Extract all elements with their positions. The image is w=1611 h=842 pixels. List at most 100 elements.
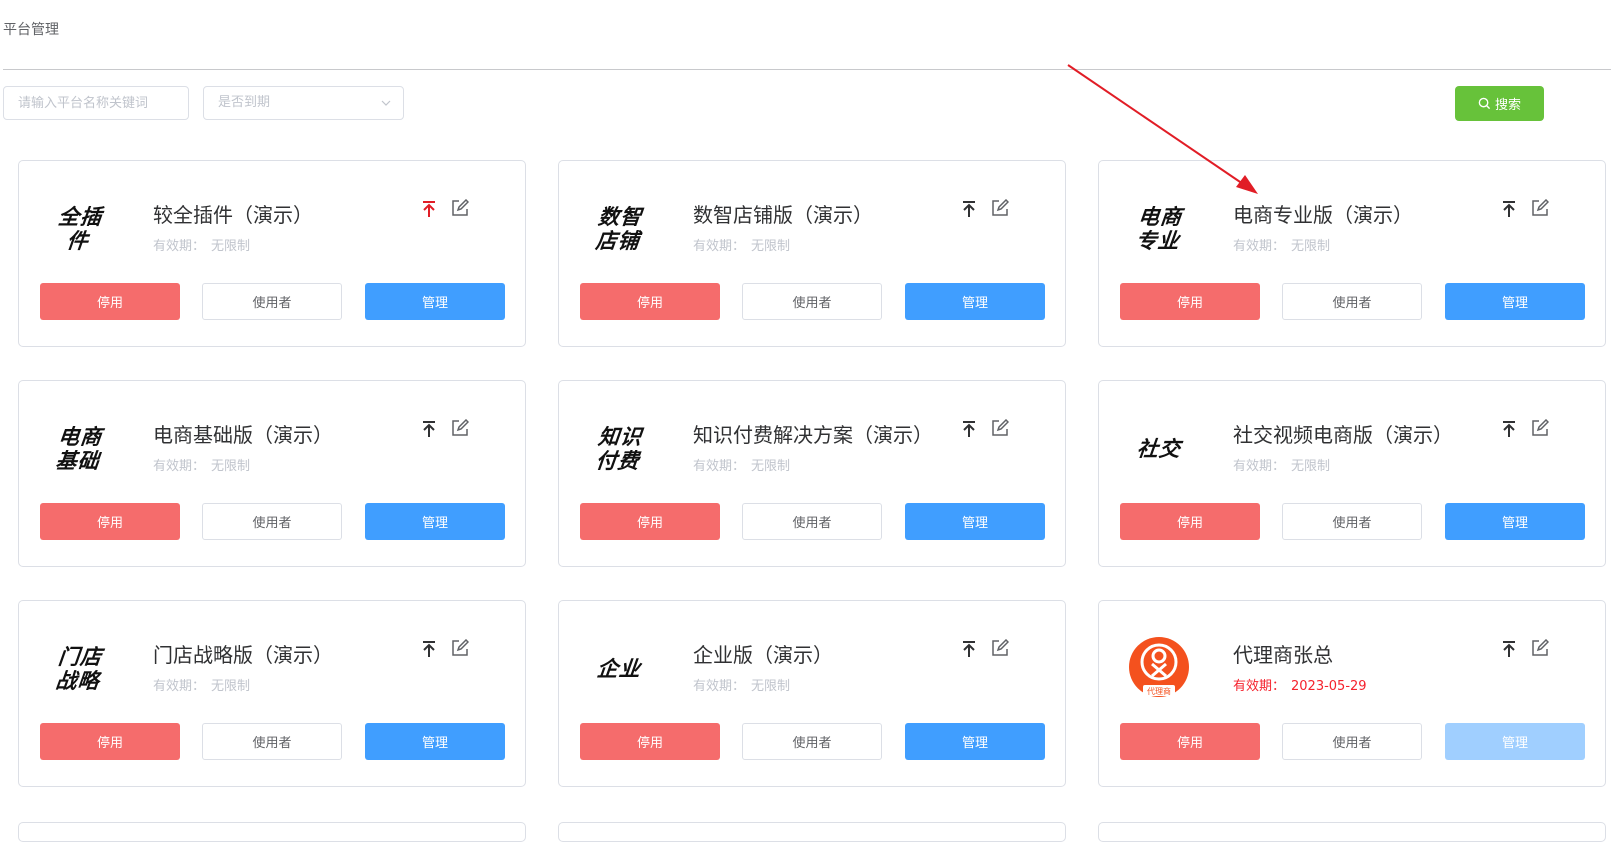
platform-validity: 有效期： 无限制 — [153, 675, 250, 694]
disable-button[interactable]: 停用 — [1120, 723, 1260, 760]
platform-logo: 电商基础 — [43, 413, 115, 485]
platform-keyword-input[interactable] — [3, 86, 189, 120]
search-button-label: 搜索 — [1494, 98, 1521, 113]
users-button[interactable]: 使用者 — [1282, 283, 1422, 320]
platform-validity: 有效期： 2023-05-29 — [1233, 675, 1367, 694]
pin-to-top-icon[interactable] — [959, 199, 979, 219]
platform-card: 数智店铺 数智店铺版（演示） 有效期： 无限制 停用 使用者 管理 — [558, 160, 1066, 347]
manage-button[interactable]: 管理 — [1445, 723, 1585, 760]
platform-name: 电商基础版（演示） — [153, 423, 333, 447]
edit-icon[interactable] — [1531, 199, 1549, 217]
edit-icon[interactable] — [451, 199, 469, 217]
platform-logo: 社交 — [1123, 413, 1195, 485]
platform-name: 社交视频电商版（演示） — [1233, 423, 1453, 447]
manage-button[interactable]: 管理 — [905, 723, 1045, 760]
platform-logo-text: 电商专业 — [1134, 205, 1184, 253]
validity-value: 无限制 — [211, 679, 251, 694]
validity-label: 有效期： — [1233, 239, 1286, 254]
validity-value: 无限制 — [211, 239, 251, 254]
disable-button[interactable]: 停用 — [40, 283, 180, 320]
pin-to-top-icon[interactable] — [1499, 639, 1519, 659]
pin-to-top-icon[interactable] — [419, 419, 439, 439]
platform-name: 门店战略版（演示） — [153, 643, 333, 667]
platform-logo-text: 数智店铺 — [594, 205, 644, 253]
platform-logo: 电商专业 — [1123, 193, 1195, 265]
platform-logo-text: 门店战略 — [54, 645, 104, 693]
pin-to-top-icon[interactable] — [959, 639, 979, 659]
validity-value: 无限制 — [1291, 459, 1331, 474]
platform-card-partial — [558, 822, 1066, 842]
platform-card: 门店战略 门店战略版（演示） 有效期： 无限制 停用 使用者 管理 — [18, 600, 526, 787]
platform-logo-text: 全插件 — [57, 205, 104, 253]
validity-label: 有效期： — [1233, 459, 1286, 474]
validity-label: 有效期： — [693, 679, 746, 694]
platform-validity: 有效期： 无限制 — [693, 455, 790, 474]
edit-icon[interactable] — [1531, 419, 1549, 437]
users-button[interactable]: 使用者 — [742, 283, 882, 320]
disable-button[interactable]: 停用 — [1120, 503, 1260, 540]
edit-icon[interactable] — [1531, 639, 1549, 657]
edit-icon[interactable] — [991, 639, 1009, 657]
validity-label: 有效期： — [693, 239, 746, 254]
platform-card: 电商专业 电商专业版（演示） 有效期： 无限制 停用 使用者 管理 — [1098, 160, 1606, 347]
disable-button[interactable]: 停用 — [40, 723, 180, 760]
disable-button[interactable]: 停用 — [40, 503, 180, 540]
validity-value: 无限制 — [1291, 239, 1331, 254]
manage-button[interactable]: 管理 — [905, 503, 1045, 540]
validity-value: 无限制 — [751, 679, 791, 694]
platform-logo-text: 社交 — [1135, 437, 1183, 461]
platform-logo: 数智店铺 — [583, 193, 655, 265]
edit-icon[interactable] — [451, 639, 469, 657]
platform-name: 较全插件（演示） — [153, 203, 313, 227]
pin-to-top-icon[interactable] — [419, 639, 439, 659]
platform-logo-text: 企业 — [595, 657, 643, 681]
agent-badge-logo: 代理商 — [1129, 637, 1189, 697]
page-title: 平台管理 — [3, 22, 59, 38]
manage-button[interactable]: 管理 — [1445, 503, 1585, 540]
platform-name: 数智店铺版（演示） — [693, 203, 873, 227]
badge-text: 代理商 — [1147, 686, 1171, 696]
platform-card: 知识付费 知识付费解决方案（演示） 有效期： 无限制 停用 使用者 管理 — [558, 380, 1066, 567]
platform-logo: 全插件 — [43, 193, 115, 265]
search-button[interactable]: 搜索 — [1455, 86, 1544, 121]
validity-label: 有效期： — [693, 459, 746, 474]
edit-icon[interactable] — [991, 419, 1009, 437]
pin-to-top-icon[interactable] — [419, 199, 439, 219]
edit-icon[interactable] — [451, 419, 469, 437]
manage-button[interactable]: 管理 — [1445, 283, 1585, 320]
pin-to-top-icon[interactable] — [959, 419, 979, 439]
validity-value: 2023-05-29 — [1291, 679, 1367, 694]
platform-card: 全插件 较全插件（演示） 有效期： 无限制 停用 使用者 管理 — [18, 160, 526, 347]
manage-button[interactable]: 管理 — [905, 283, 1045, 320]
platform-card: 企业 企业版（演示） 有效期： 无限制 停用 使用者 管理 — [558, 600, 1066, 787]
platform-validity: 有效期： 无限制 — [693, 675, 790, 694]
disable-button[interactable]: 停用 — [580, 283, 720, 320]
platform-card: 电商基础 电商基础版（演示） 有效期： 无限制 停用 使用者 管理 — [18, 380, 526, 567]
users-button[interactable]: 使用者 — [1282, 723, 1422, 760]
disable-button[interactable]: 停用 — [580, 503, 720, 540]
platform-logo: 企业 — [583, 633, 655, 705]
manage-button[interactable]: 管理 — [365, 503, 505, 540]
users-button[interactable]: 使用者 — [202, 283, 342, 320]
edit-icon[interactable] — [991, 199, 1009, 217]
users-button[interactable]: 使用者 — [202, 723, 342, 760]
disable-button[interactable]: 停用 — [1120, 283, 1260, 320]
users-button[interactable]: 使用者 — [742, 723, 882, 760]
pin-to-top-icon[interactable] — [1499, 419, 1519, 439]
platform-card-partial — [1098, 822, 1606, 842]
platform-card: 社交 社交视频电商版（演示） 有效期： 无限制 停用 使用者 管理 — [1098, 380, 1606, 567]
manage-button[interactable]: 管理 — [365, 283, 505, 320]
users-button[interactable]: 使用者 — [1282, 503, 1422, 540]
platform-logo-text: 电商基础 — [54, 425, 104, 473]
pin-to-top-icon[interactable] — [1499, 199, 1519, 219]
platform-logo: 代理商 — [1123, 633, 1195, 705]
manage-button[interactable]: 管理 — [365, 723, 505, 760]
platform-validity: 有效期： 无限制 — [1233, 235, 1330, 254]
disable-button[interactable]: 停用 — [580, 723, 720, 760]
platform-logo: 门店战略 — [43, 633, 115, 705]
users-button[interactable]: 使用者 — [202, 503, 342, 540]
platform-name: 代理商张总 — [1233, 643, 1333, 667]
users-button[interactable]: 使用者 — [742, 503, 882, 540]
platform-logo-text: 知识付费 — [594, 425, 644, 473]
expiry-select[interactable]: 是否到期 — [203, 86, 404, 120]
